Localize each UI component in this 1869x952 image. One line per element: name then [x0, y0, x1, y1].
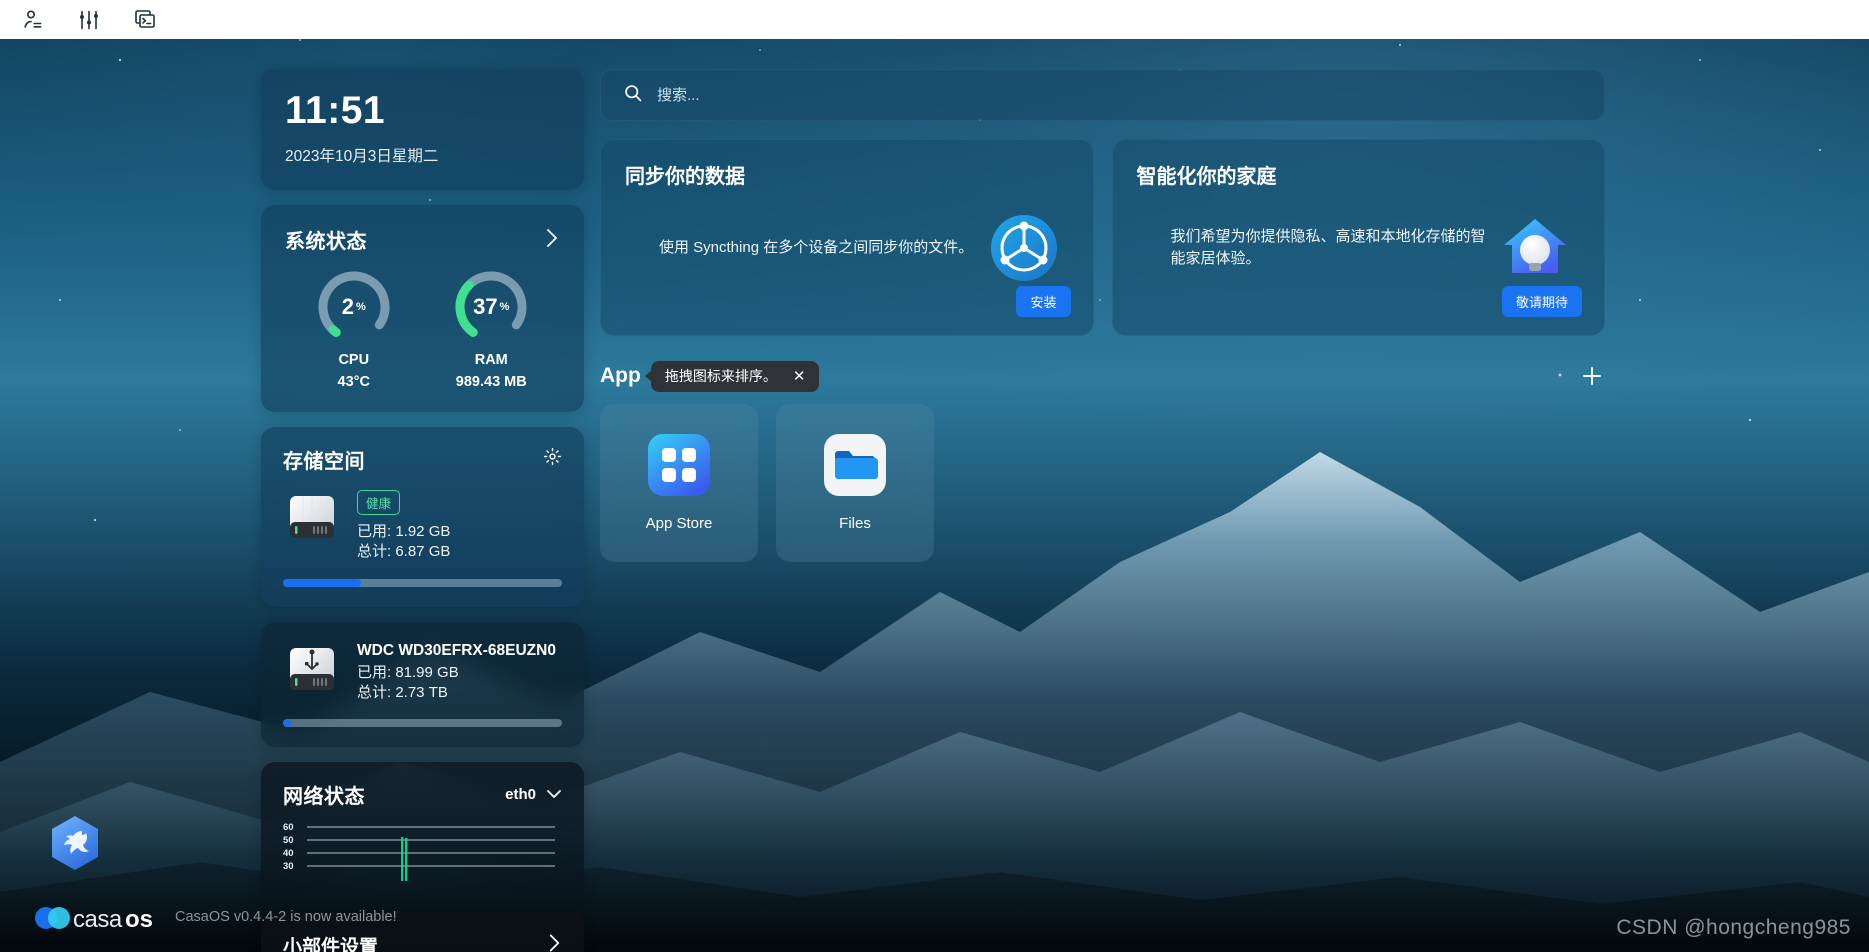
promo-text: 使用 Syncthing 在多个设备之间同步你的文件。 — [659, 238, 974, 256]
storage-info: 健康 已用: 1.92 GB 总计: 6.87 GB — [357, 488, 450, 563]
system-status-title: 系统状态 — [285, 231, 367, 253]
svg-text:os: os — [125, 906, 153, 932]
search-icon — [623, 83, 643, 108]
storage-widget: 存储空间 健康 已用: 1.92 GB 总计: 6.87 GB — [261, 427, 584, 607]
storage-disk-row: 健康 已用: 1.92 GB 总计: 6.87 GB — [283, 488, 562, 563]
usb-disk-icon — [283, 640, 341, 703]
system-status-widget[interactable]: 系统状态 2% CPU 43°C 37 % RAM 989.43 MB — [261, 205, 584, 412]
app-grid: App Store Files — [600, 404, 1605, 562]
network-header: 网络状态 eth0 — [283, 780, 562, 809]
network-title: 网络状态 — [283, 786, 365, 808]
ram-gauge: 37% RAM 989.43 MB — [431, 268, 551, 390]
smart-home-logo-icon — [1498, 211, 1572, 285]
drive-usage-bar — [283, 719, 562, 727]
network-traffic-chart: 60 50 40 30 — [283, 823, 562, 881]
app-section-title: App — [600, 364, 641, 387]
top-toolbar — [0, 0, 1869, 39]
app-tile-files[interactable]: Files — [776, 404, 934, 562]
chevron-right-icon — [547, 932, 562, 952]
cpu-value: 2 — [341, 294, 354, 319]
storage-title: 存储空间 — [283, 451, 365, 473]
promo-coming-soon-button[interactable]: 敬请期待 — [1501, 286, 1582, 317]
storage-header: 存储空间 — [283, 445, 562, 474]
network-interface-label: eth0 — [505, 786, 536, 803]
close-icon[interactable]: ✕ — [793, 369, 806, 384]
app-section-header: App 拖拽图标来排序。 ✕ — [600, 358, 1605, 394]
svg-text:60: 60 — [283, 823, 294, 833]
search-input[interactable] — [657, 86, 1582, 104]
update-notice: CasaOS v0.4.4-2 is now available! — [175, 909, 397, 925]
ram-gauge-value: 37% — [452, 268, 530, 346]
casaos-bird-logo — [48, 814, 102, 877]
network-status-widget: 网络状态 eth0 60 50 40 30 — [261, 762, 584, 897]
promo-title: 智能化你的家庭 — [1136, 166, 1277, 188]
ram-unit: % — [499, 301, 510, 313]
ram-amount: 989.43 MB — [455, 374, 527, 390]
network-interface-selector[interactable]: eth0 — [505, 786, 562, 803]
folder-icon — [824, 434, 886, 501]
user-icon[interactable] — [20, 7, 46, 33]
plus-icon[interactable] — [1579, 363, 1605, 389]
drive-row: WDC WD30EFRX-68EUZN0 已用: 81.99 GB 总计: 2.… — [283, 640, 562, 704]
cpu-temperature: 43°C — [337, 374, 370, 390]
drag-hint-tooltip: 拖拽图标来排序。 ✕ — [650, 360, 820, 392]
external-drive-widget: WDC WD30EFRX-68EUZN0 已用: 81.99 GB 总计: 2.… — [261, 621, 584, 747]
promo-install-button[interactable]: 安装 — [1016, 286, 1071, 317]
ram-value: 37 — [473, 294, 498, 319]
system-status-header: 系统状态 — [285, 225, 560, 254]
widget-settings-label: 小部件设置 — [283, 937, 379, 952]
cpu-label: CPU — [338, 352, 370, 368]
svg-text:50: 50 — [283, 835, 294, 846]
cpu-gauge: 2% CPU 43°C — [294, 268, 414, 390]
chevron-right-icon[interactable] — [544, 227, 560, 253]
drive-used: 已用: 81.99 GB — [357, 663, 459, 681]
syncthing-logo-icon — [987, 211, 1061, 285]
promo-card-row: 同步你的数据 使用 Syncthing 在多个设备之间同步你的文件。 安装 智能… — [600, 139, 1605, 336]
internal-disk-icon — [283, 488, 341, 551]
svg-text:30: 30 — [283, 861, 294, 872]
gear-icon[interactable] — [543, 447, 562, 472]
cpu-unit: % — [355, 301, 366, 313]
svg-text:40: 40 — [283, 848, 294, 859]
brand-footer: casa os CasaOS v0.4.4-2 is now available… — [33, 902, 397, 932]
tooltip-text: 拖拽图标来排序。 — [664, 368, 777, 384]
app-label: App Store — [645, 515, 713, 532]
promo-text: 我们希望为你提供隐私、高速和本地化存储的智能家居体验。 — [1170, 227, 1486, 268]
svg-text:casa: casa — [73, 906, 123, 932]
terminal-icon[interactable] — [132, 7, 158, 33]
search-bar[interactable] — [600, 69, 1605, 121]
ram-label: RAM — [474, 352, 508, 368]
app-store-icon — [648, 434, 710, 501]
promo-body: 我们希望为你提供隐私、高速和本地化存储的智能家居体验。 — [1137, 211, 1581, 285]
drive-name: WDC WD30EFRX-68EUZN0 — [357, 641, 556, 659]
promo-card-smart-home: 智能化你的家庭 我们希望为你提供隐私、高速和本地化存储的智能家居体验。 敬请期待 — [1111, 139, 1605, 336]
clock-widget: 11:51 2023年10月3日星期二 — [261, 69, 584, 190]
clock-time: 11:51 — [285, 89, 386, 132]
storage-total: 总计: 6.87 GB — [357, 543, 451, 561]
widget-sidebar: 11:51 2023年10月3日星期二 系统状态 2 % CPU 43°C 37… — [261, 69, 584, 952]
drive-info: WDC WD30EFRX-68EUZN0 已用: 81.99 GB 总计: 2.… — [357, 640, 556, 704]
sliders-icon[interactable] — [76, 7, 102, 33]
promo-title: 同步你的数据 — [625, 166, 745, 188]
app-tile-app-store[interactable]: App Store — [600, 404, 758, 562]
casaos-wordmark: casa os — [35, 906, 153, 932]
promo-body: 使用 Syncthing 在多个设备之间同步你的文件。 — [625, 211, 1069, 285]
storage-used: 已用: 1.92 GB — [357, 523, 451, 540]
storage-health-badge: 健康 — [357, 490, 401, 515]
storage-usage-bar — [283, 578, 562, 587]
drive-total: 总计: 2.73 TB — [357, 683, 448, 701]
cpu-gauge-value: 2% — [315, 268, 393, 346]
chevron-down-icon — [546, 786, 562, 803]
clock-date: 2023年10月3日星期二 — [285, 148, 439, 165]
main-content: 同步你的数据 使用 Syncthing 在多个设备之间同步你的文件。 — [600, 69, 1605, 562]
promo-card-syncthing: 同步你的数据 使用 Syncthing 在多个设备之间同步你的文件。 安装 — [600, 139, 1094, 336]
gauge-group: 2% CPU 43°C 37% RAM 989.43 MB — [285, 268, 560, 390]
app-label: Files — [839, 515, 871, 532]
